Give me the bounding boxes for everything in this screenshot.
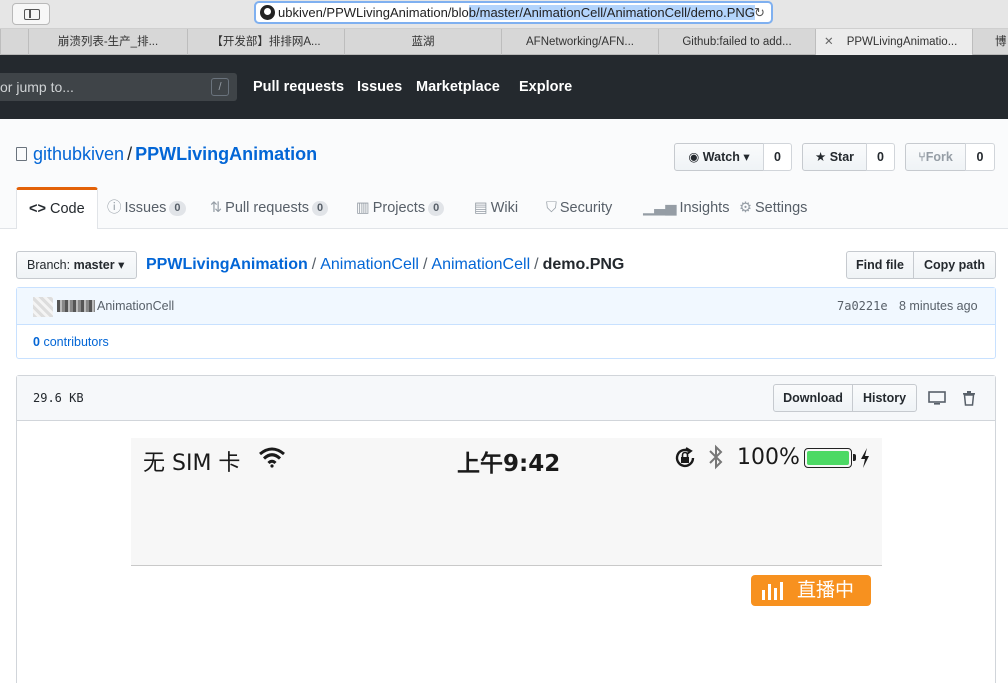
commit-time: 8 minutes ago bbox=[899, 299, 978, 313]
graph-icon: ▁▃▅ bbox=[643, 200, 677, 216]
copy-path-button[interactable]: Copy path bbox=[913, 251, 996, 279]
star-count[interactable]: 0 bbox=[866, 143, 895, 171]
breadcrumb-root-link[interactable]: PPWLivingAnimation bbox=[146, 256, 308, 273]
nav-issues[interactable]: Issues bbox=[357, 77, 402, 97]
browser-tab-bar: 崩溃列表-生产_排... 【开发部】排排网A... 蓝湖 AFNetworkin… bbox=[0, 29, 1008, 55]
contributors-link[interactable]: 0 contributors bbox=[33, 335, 109, 349]
close-tab-icon[interactable]: ✕ bbox=[824, 29, 834, 55]
code-icon: <> bbox=[29, 201, 46, 217]
pull-request-icon: ⇅ bbox=[210, 200, 223, 216]
eye-icon: ◉ bbox=[688, 150, 700, 164]
chevron-down-icon: ▾ bbox=[743, 150, 750, 164]
commit-sha[interactable]: 7a0221e bbox=[837, 299, 888, 313]
tab-projects[interactable]: ▥ Projects 0 bbox=[356, 189, 445, 229]
repo-name-link[interactable]: PPWLivingAnimation bbox=[135, 144, 317, 164]
tab-wiki[interactable]: ▤ Wiki bbox=[474, 189, 518, 229]
star-button[interactable]: ★ Star bbox=[802, 143, 867, 171]
github-header: or jump to... / Pull requests Issues Mar… bbox=[0, 55, 1008, 119]
browser-tab[interactable]: 博 bbox=[972, 29, 1008, 55]
bluetooth-icon bbox=[709, 444, 723, 470]
fork-icon: ⑂ bbox=[918, 150, 926, 164]
github-favicon-icon bbox=[260, 5, 275, 20]
watch-count[interactable]: 0 bbox=[763, 143, 792, 171]
url-text: ubkiven/PPWLivingAnimation/blob/master/A… bbox=[278, 5, 755, 20]
breadcrumb-file: demo.PNG bbox=[542, 256, 625, 273]
browser-tab-partial[interactable] bbox=[0, 29, 28, 55]
sidebar-icon bbox=[24, 9, 40, 20]
phone-clock: 上午9:42 bbox=[457, 451, 561, 477]
repo-owner-link[interactable]: githubkiven bbox=[33, 144, 124, 164]
charging-bolt-icon bbox=[861, 448, 869, 468]
star-icon: ★ bbox=[814, 150, 827, 164]
browser-tab[interactable]: Github:failed to add... bbox=[658, 29, 815, 55]
nav-marketplace[interactable]: Marketplace bbox=[416, 77, 500, 97]
tab-pull-requests[interactable]: ⇅ Pull requests 0 bbox=[210, 189, 329, 229]
breadcrumb: PPWLivingAnimation / AnimationCell / Animati… bbox=[146, 256, 625, 273]
branch-select-button[interactable]: Branch: master ▾ bbox=[16, 251, 137, 279]
browser-tab[interactable]: 蓝湖 bbox=[344, 29, 501, 55]
repo-header: githubkiven / PPWLivingAnimation ◉ Watch ▾… bbox=[0, 119, 1008, 229]
address-bar[interactable]: ubkiven/PPWLivingAnimation/blob/master/A… bbox=[254, 1, 773, 24]
author-name-redacted[interactable] bbox=[57, 300, 95, 312]
live-status-badge[interactable]: 直播中 bbox=[751, 575, 871, 606]
rotation-lock-icon bbox=[675, 447, 695, 468]
tab-security[interactable]: ⛉ Security bbox=[546, 189, 612, 229]
file-image-preview: 无 SIM 卡 上午9:42 100% 直播中 bbox=[131, 438, 882, 683]
battery-percent: 100% bbox=[737, 445, 800, 470]
bar-chart-icon bbox=[762, 582, 783, 600]
nav-explore[interactable]: Explore bbox=[519, 77, 572, 97]
avatar[interactable] bbox=[33, 297, 53, 317]
book-icon: ▤ bbox=[474, 200, 488, 216]
file-size: 29.6 KB bbox=[33, 391, 84, 405]
tab-insights[interactable]: ▁▃▅ Insights bbox=[643, 189, 729, 229]
breadcrumb-dir-link[interactable]: AnimationCell bbox=[320, 256, 419, 273]
nav-pull-requests[interactable]: Pull requests bbox=[253, 77, 344, 97]
tab-code[interactable]: <> Code bbox=[16, 187, 98, 229]
latest-commit-box: AnimationCell 7a0221e 8 minutes ago 0 co… bbox=[16, 287, 996, 359]
chevron-down-icon: ▾ bbox=[118, 258, 125, 272]
trash-icon[interactable] bbox=[959, 388, 979, 408]
shield-icon: ⛉ bbox=[546, 200, 557, 216]
watch-button[interactable]: ◉ Watch ▾ bbox=[674, 143, 764, 171]
battery-icon bbox=[804, 448, 856, 468]
browser-tab-active[interactable]: ✕ PPWLivingAnimatio... bbox=[815, 29, 972, 55]
breadcrumb-dir-link[interactable]: AnimationCell bbox=[431, 256, 530, 273]
carrier-text: 无 SIM 卡 bbox=[143, 451, 241, 476]
fork-count[interactable]: 0 bbox=[965, 143, 995, 171]
browser-tab[interactable]: AFNetworking/AFN... bbox=[501, 29, 658, 55]
commit-message[interactable]: AnimationCell bbox=[97, 299, 174, 313]
search-shortcut-hint: / bbox=[211, 78, 229, 96]
desktop-icon[interactable] bbox=[927, 388, 947, 408]
history-button[interactable]: History bbox=[852, 384, 917, 412]
repo-title: githubkiven / PPWLivingAnimation bbox=[16, 144, 317, 165]
search-input[interactable]: or jump to... / bbox=[0, 73, 237, 101]
browser-toolbar: ubkiven/PPWLivingAnimation/blob/master/A… bbox=[0, 0, 1008, 29]
repo-icon bbox=[16, 147, 27, 161]
tab-settings[interactable]: ⚙ Settings bbox=[739, 189, 807, 229]
fork-button[interactable]: ⑂Fork bbox=[905, 143, 966, 171]
browser-tab[interactable]: 崩溃列表-生产_排... bbox=[28, 29, 187, 55]
issue-icon: ⓘ bbox=[107, 200, 122, 216]
wifi-icon bbox=[259, 447, 285, 468]
tab-issues[interactable]: ⓘ Issues 0 bbox=[107, 189, 186, 229]
gear-icon: ⚙ bbox=[739, 200, 752, 216]
download-button[interactable]: Download bbox=[773, 384, 853, 412]
reload-icon[interactable]: ↻ bbox=[754, 3, 765, 22]
sidebar-toggle-button[interactable] bbox=[12, 3, 50, 25]
project-icon: ▥ bbox=[356, 200, 370, 216]
commit-info-bar: AnimationCell 7a0221e 8 minutes ago bbox=[17, 288, 995, 325]
file-header: 29.6 KB Download History bbox=[17, 376, 995, 421]
phone-status-bar: 无 SIM 卡 上午9:42 100% bbox=[131, 438, 882, 566]
find-file-button[interactable]: Find file bbox=[846, 251, 914, 279]
browser-tab[interactable]: 【开发部】排排网A... bbox=[187, 29, 344, 55]
